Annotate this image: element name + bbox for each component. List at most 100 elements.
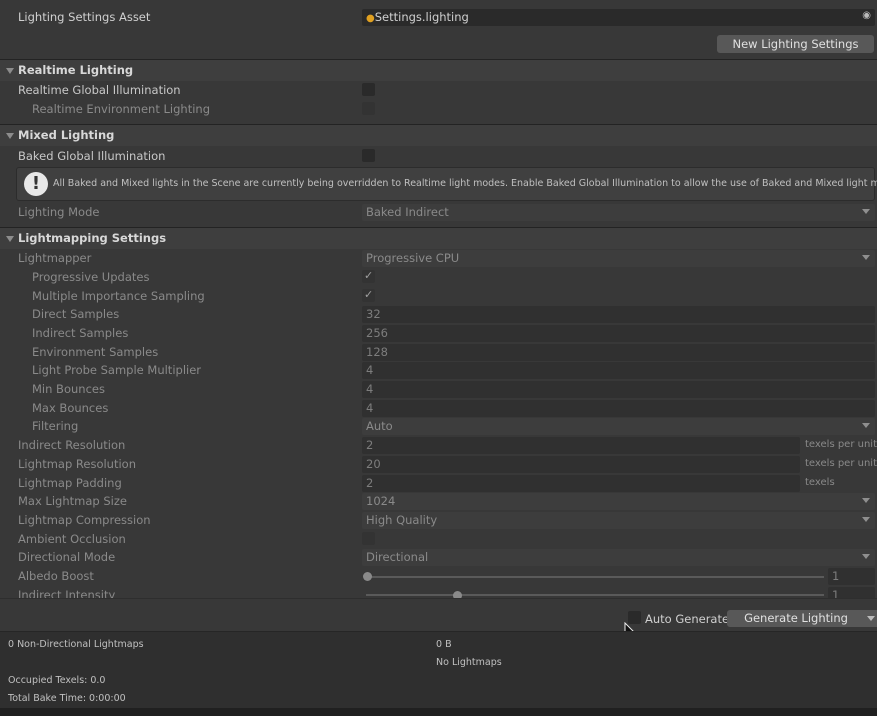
directional-mode-value: Directional: [366, 550, 429, 564]
progressive-updates-label: Progressive Updates: [32, 270, 150, 284]
intensity-slider-handle[interactable]: [453, 591, 462, 598]
object-picker-icon[interactable]: ◉: [862, 10, 871, 21]
lighting-settings-asset-row: Lighting Settings Asset ●Settings.lighti…: [0, 8, 877, 27]
nondirectional-lightmaps-count: 0 Non-Directional Lightmaps: [8, 639, 144, 650]
directional-mode-row: Directional Mode Directional: [0, 548, 877, 567]
lighting-asset-icon: ●: [366, 13, 375, 24]
lightmap-compression-row: Lightmap Compression High Quality: [0, 511, 877, 530]
max-lightmap-size-value: 1024: [366, 494, 396, 508]
auto-generate-label: Auto Generate: [645, 612, 730, 626]
no-lightmaps-text: No Lightmaps: [436, 657, 502, 668]
chevron-down-icon: [862, 255, 870, 260]
albedo-slider-track[interactable]: [366, 576, 824, 578]
baked-gi-checkbox[interactable]: [362, 149, 375, 162]
mixed-lighting-header[interactable]: Mixed Lighting: [0, 124, 877, 146]
lightmapping-settings-header[interactable]: Lightmapping Settings: [0, 227, 877, 249]
asset-value: Settings.lighting: [374, 10, 469, 24]
probe-multiplier-label: Light Probe Sample Multiplier: [32, 363, 202, 377]
filtering-row: Filtering Auto: [0, 417, 877, 436]
chevron-down-icon: [862, 423, 870, 428]
progressive-updates-checkbox[interactable]: ✓: [362, 269, 375, 283]
baked-gi-label: Baked Global Illumination: [18, 149, 166, 163]
direct-samples-row: Direct Samples 32: [0, 305, 877, 324]
lightmap-resolution-label: Lightmap Resolution: [18, 457, 136, 471]
warning-text: All Baked and Mixed lights in the Scene …: [53, 178, 877, 189]
realtime-lighting-header[interactable]: Realtime Lighting: [0, 59, 877, 81]
albedo-boost-label: Albedo Boost: [18, 569, 94, 583]
lighting-mode-row: Lighting Mode Baked Indirect: [0, 203, 877, 222]
lightmap-padding-unit: texels: [805, 477, 835, 488]
min-bounces-row: Min Bounces 4: [0, 380, 877, 399]
indirect-resolution-field[interactable]: 2: [362, 437, 800, 454]
lighting-mode-label: Lighting Mode: [18, 205, 100, 219]
realtime-env-row: Realtime Environment Lighting: [0, 100, 877, 119]
total-bake-time: Total Bake Time: 0:00:00: [8, 693, 126, 704]
section-title: Lightmapping Settings: [18, 231, 167, 245]
chevron-down-icon[interactable]: [867, 616, 875, 621]
direct-samples-field[interactable]: 32: [362, 306, 875, 323]
max-lightmap-size-label: Max Lightmap Size: [18, 494, 127, 508]
lightmapper-row: Lightmapper Progressive CPU: [0, 249, 877, 268]
mis-row: Multiple Importance Sampling ✓: [0, 287, 877, 306]
filtering-dropdown[interactable]: Auto: [362, 418, 875, 435]
indirect-intensity-row: Indirect Intensity 1: [0, 586, 877, 598]
lightmap-stats-panel: 0 Non-Directional Lightmaps 0 B No Light…: [0, 631, 877, 709]
realtime-env-label: Realtime Environment Lighting: [32, 102, 210, 116]
lightmap-resolution-field[interactable]: 20: [362, 456, 800, 473]
divider: [0, 598, 877, 599]
realtime-env-checkbox[interactable]: [362, 102, 375, 115]
indirect-samples-label: Indirect Samples: [32, 326, 129, 340]
min-bounces-field[interactable]: 4: [362, 381, 875, 398]
filtering-value: Auto: [366, 419, 393, 433]
asset-label: Lighting Settings Asset: [18, 10, 151, 24]
lightmap-padding-row: Lightmap Padding 2 texels: [0, 474, 877, 493]
foldout-arrow-icon[interactable]: [6, 236, 14, 242]
intensity-slider-track[interactable]: [366, 594, 824, 596]
lighting-mode-dropdown[interactable]: Baked Indirect: [362, 204, 875, 221]
indirect-resolution-label: Indirect Resolution: [18, 438, 126, 452]
chevron-down-icon: [862, 517, 870, 522]
albedo-value-field[interactable]: 1: [828, 568, 875, 585]
foldout-arrow-icon[interactable]: [6, 68, 14, 74]
max-bounces-field[interactable]: 4: [362, 400, 875, 417]
realtime-gi-row: Realtime Global Illumination: [0, 81, 877, 100]
lightmap-compression-label: Lightmap Compression: [18, 513, 151, 527]
directional-mode-label: Directional Mode: [18, 550, 116, 564]
lightmap-compression-dropdown[interactable]: High Quality: [362, 512, 875, 529]
ambient-occlusion-checkbox[interactable]: [362, 532, 375, 545]
directional-mode-dropdown[interactable]: Directional: [362, 549, 875, 566]
lightmap-resolution-unit: texels per unit: [805, 458, 877, 469]
indirect-intensity-label: Indirect Intensity: [18, 588, 116, 598]
indirect-samples-field[interactable]: 256: [362, 325, 875, 342]
indirect-resolution-row: Indirect Resolution 2 texels per unit: [0, 436, 877, 455]
asset-field[interactable]: ●Settings.lighting ◉: [362, 9, 875, 26]
intensity-value-field[interactable]: 1: [828, 587, 875, 598]
section-title: Realtime Lighting: [18, 63, 134, 77]
foldout-arrow-icon[interactable]: [6, 133, 14, 139]
max-bounces-label: Max Bounces: [32, 401, 109, 415]
generate-lighting-button[interactable]: Generate Lighting: [727, 610, 877, 627]
baked-gi-row: Baked Global Illumination: [0, 147, 877, 166]
direct-samples-label: Direct Samples: [32, 307, 120, 321]
filtering-label: Filtering: [32, 419, 79, 433]
realtime-gi-checkbox[interactable]: [362, 83, 375, 96]
albedo-slider-handle[interactable]: [363, 572, 372, 581]
realtime-gi-label: Realtime Global Illumination: [18, 83, 181, 97]
min-bounces-label: Min Bounces: [32, 382, 105, 396]
warning-icon: !: [24, 172, 48, 196]
environment-samples-field[interactable]: 128: [362, 344, 875, 361]
albedo-boost-row: Albedo Boost 1: [0, 567, 877, 586]
lightmapper-dropdown[interactable]: Progressive CPU: [362, 250, 875, 267]
lighting-mode-value: Baked Indirect: [366, 205, 449, 219]
progressive-updates-row: Progressive Updates ✓: [0, 268, 877, 287]
chevron-down-icon: [862, 498, 870, 503]
mis-checkbox[interactable]: ✓: [362, 288, 375, 302]
probe-multiplier-field[interactable]: 4: [362, 362, 875, 379]
lightmap-padding-field[interactable]: 2: [362, 475, 800, 492]
max-lightmap-size-dropdown[interactable]: 1024: [362, 493, 875, 510]
new-lighting-settings-button[interactable]: New Lighting Settings: [717, 35, 874, 53]
lightmap-resolution-row: Lightmap Resolution 20 texels per unit: [0, 455, 877, 474]
probe-multiplier-row: Light Probe Sample Multiplier 4: [0, 361, 877, 380]
chevron-down-icon: [862, 554, 870, 559]
mis-label: Multiple Importance Sampling: [32, 289, 205, 303]
